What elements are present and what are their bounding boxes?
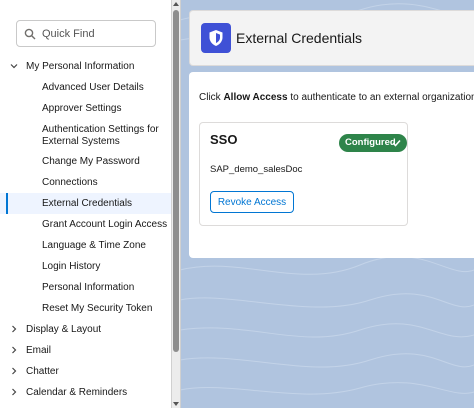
page-title: External Credentials — [236, 30, 363, 46]
chevron-right-icon — [12, 346, 17, 354]
sidebar-item-label: Language & Time Zone — [42, 240, 146, 251]
sidebar-item-external-credentials[interactable]: External Credentials — [0, 193, 171, 214]
sidebar-item-label: Personal Information — [42, 282, 135, 293]
credential-name: SSO — [210, 132, 238, 147]
instruction-emphasis: Allow Access — [223, 92, 288, 103]
sidebar-item-change-my-password[interactable]: Change My Password — [0, 151, 171, 172]
section-label: Display & Layout — [26, 324, 102, 335]
main-content: Click Allow Access to authenticate to an… — [189, 72, 474, 258]
sidebar-item-login-history[interactable]: Login History — [0, 256, 171, 277]
sidebar-item-language-time-zone[interactable]: Language & Time Zone — [0, 235, 171, 256]
section-chatter[interactable]: Chatter — [0, 361, 171, 382]
instruction-suffix: to authenticate to an external organizat… — [287, 92, 474, 103]
page-header: External Credentials — [189, 10, 474, 66]
section-label: Calendar & Reminders — [26, 387, 128, 398]
sidebar-item-advanced-user-details[interactable]: Advanced User Details — [0, 77, 171, 98]
sidebar-item-label: Advanced User Details — [42, 82, 144, 93]
scroll-up-arrow-icon[interactable] — [173, 2, 179, 6]
sidebar-item-label: Grant Account Login Access — [42, 219, 168, 230]
sidebar-item-label: Login History — [42, 261, 101, 272]
chevron-right-icon — [12, 388, 17, 396]
section-label: My Personal Information — [26, 61, 135, 72]
status-badge-label: Configured — [345, 137, 396, 148]
search-icon — [24, 28, 36, 40]
sidebar-item-grant-account-login-access[interactable]: Grant Account Login Access — [0, 214, 171, 235]
scroll-down-arrow-icon[interactable] — [173, 402, 179, 406]
sidebar-item-authentication-settings[interactable]: Authentication Settings for External Sys… — [0, 119, 171, 151]
section-my-personal-information[interactable]: My Personal Information — [0, 56, 171, 77]
sidebar-item-connections[interactable]: Connections — [0, 172, 171, 193]
setup-tree: My Personal Information Advanced User De… — [0, 56, 171, 403]
sidebar-scrollbar[interactable] — [171, 0, 181, 408]
sidebar-item-label: Authentication Settings for External Sys… — [42, 124, 159, 147]
page-header-icon — [201, 23, 231, 53]
chevron-down-icon — [10, 64, 18, 69]
revoke-access-button[interactable]: Revoke Access — [210, 191, 294, 213]
status-badge: Configured — [339, 134, 407, 152]
shield-icon — [209, 30, 223, 46]
sidebar-item-label: Change My Password — [42, 156, 140, 167]
section-calendar-reminders[interactable]: Calendar & Reminders — [0, 382, 171, 403]
instruction-text: Click Allow Access to authenticate to an… — [199, 92, 474, 103]
quick-find-input[interactable] — [42, 25, 150, 43]
check-icon — [392, 139, 401, 147]
principal-name: SAP_demo_salesDoc — [210, 164, 303, 175]
sidebar-item-personal-information[interactable]: Personal Information — [0, 277, 171, 298]
chevron-right-icon — [12, 325, 17, 333]
sidebar-item-label: Reset My Security Token — [42, 303, 153, 314]
chevron-right-icon — [12, 367, 17, 375]
setup-sidebar: My Personal Information Advanced User De… — [0, 0, 172, 408]
sidebar-item-label: Approver Settings — [42, 103, 122, 114]
sidebar-item-approver-settings[interactable]: Approver Settings — [0, 98, 171, 119]
credential-card: SSO Configured SAP_demo_salesDoc Revoke … — [199, 122, 408, 226]
sidebar-item-label: Connections — [42, 177, 98, 188]
sidebar-item-reset-my-security-token[interactable]: Reset My Security Token — [0, 298, 171, 319]
section-label: Chatter — [26, 366, 59, 377]
section-email[interactable]: Email — [0, 340, 171, 361]
quick-find-search[interactable] — [16, 20, 156, 47]
instruction-prefix: Click — [199, 92, 224, 103]
section-display-layout[interactable]: Display & Layout — [0, 319, 171, 340]
sidebar-item-label: External Credentials — [42, 198, 133, 209]
scrollbar-thumb[interactable] — [173, 10, 179, 352]
section-label: Email — [26, 345, 52, 356]
